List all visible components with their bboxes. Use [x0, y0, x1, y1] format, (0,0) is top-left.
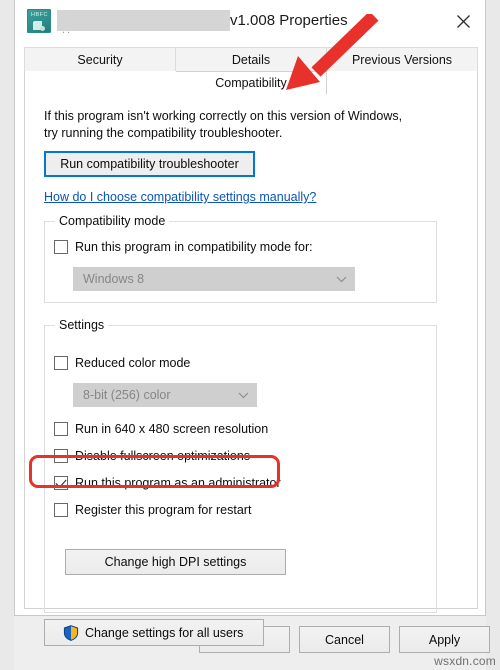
- intro-text: If this program isn't working correctly …: [44, 108, 454, 142]
- settings-group-title: Settings: [55, 318, 109, 332]
- app-icon-text: HBFC: [31, 12, 48, 18]
- title-bar: HBFC .. v1.008 Properties: [15, 0, 485, 44]
- apply-button[interactable]: Apply: [399, 626, 490, 653]
- screenshot-canvas: HBFC .. v1.008 Properties If this progra…: [0, 0, 500, 670]
- cancel-button[interactable]: Cancel: [299, 626, 390, 653]
- chevron-down-icon: [328, 276, 354, 283]
- intro-line-1: If this program isn't working correctly …: [44, 109, 403, 123]
- checkbox-box[interactable]: [54, 240, 68, 254]
- title-redaction-bar: [57, 10, 230, 31]
- checkbox-box[interactable]: [54, 422, 68, 436]
- tab-compatibility[interactable]: Compatibility: [176, 71, 327, 95]
- checkbox-box[interactable]: [54, 503, 68, 517]
- compatibility-mode-group: Compatibility mode Run this program in c…: [44, 214, 437, 303]
- checkbox-box[interactable]: [54, 449, 68, 463]
- checkbox-label: Run this program in compatibility mode f…: [75, 240, 313, 254]
- compatibility-mode-group-title: Compatibility mode: [55, 214, 170, 228]
- change-settings-for-all-users-label: Change settings for all users: [85, 625, 244, 640]
- chevron-down-icon: [230, 392, 256, 399]
- checkbox-label: Reduced color mode: [75, 356, 191, 370]
- checkbox-run-in-compatibility-mode[interactable]: Run this program in compatibility mode f…: [54, 240, 313, 254]
- compatibility-mode-dropdown-value: Windows 8: [83, 272, 145, 286]
- window-title: v1.008 Properties: [230, 12, 348, 29]
- tab-previous-versions[interactable]: Previous Versions: [327, 47, 478, 71]
- properties-dialog: HBFC .. v1.008 Properties If this progra…: [14, 0, 486, 646]
- checkbox-label: Disable fullscreen optimizations: [75, 449, 251, 463]
- checkbox-run-640x480[interactable]: Run in 640 x 480 screen resolution: [54, 422, 268, 436]
- checkbox-disable-fullscreen-optimizations[interactable]: Disable fullscreen optimizations: [54, 449, 250, 463]
- change-high-dpi-settings-button[interactable]: Change high DPI settings: [65, 549, 286, 575]
- color-depth-dropdown-value: 8-bit (256) color: [83, 388, 171, 402]
- checkbox-label: Run this program as an administrator: [75, 476, 281, 490]
- tab-details[interactable]: Details: [176, 47, 327, 71]
- close-icon[interactable]: [441, 0, 485, 43]
- checkbox-register-for-restart[interactable]: Register this program for restart: [54, 503, 251, 517]
- checkbox-run-as-administrator[interactable]: Run this program as an administrator: [54, 476, 281, 490]
- app-icon-shape: [33, 21, 45, 31]
- uac-shield-icon: [63, 624, 79, 641]
- checkbox-reduced-color-mode[interactable]: Reduced color mode: [54, 356, 190, 370]
- compatibility-help-link[interactable]: How do I choose compatibility settings m…: [44, 190, 316, 204]
- tab-content-panel: If this program isn't working correctly …: [24, 71, 478, 646]
- run-compatibility-troubleshooter-button[interactable]: Run compatibility troubleshooter: [44, 151, 255, 177]
- checkbox-label: Run in 640 x 480 screen resolution: [75, 422, 269, 436]
- checkbox-label: Register this program for restart: [75, 503, 252, 517]
- tab-row-upper: Security Details Previous Versions: [24, 47, 478, 71]
- watermark: wsxdn.com: [434, 654, 496, 668]
- color-depth-dropdown[interactable]: 8-bit (256) color: [73, 383, 257, 407]
- change-settings-for-all-users-button[interactable]: Change settings for all users: [44, 619, 264, 646]
- compatibility-mode-dropdown[interactable]: Windows 8: [73, 267, 355, 291]
- title-redacted-remnant: ..: [62, 24, 73, 36]
- settings-group: Settings Reduced color mode 8-bit (256) …: [44, 318, 437, 613]
- checkbox-box[interactable]: [54, 356, 68, 370]
- tab-security[interactable]: Security: [24, 47, 176, 71]
- app-icon: HBFC: [27, 9, 51, 33]
- intro-line-2: try running the compatibility troublesho…: [44, 126, 283, 140]
- checkbox-box[interactable]: [54, 476, 68, 490]
